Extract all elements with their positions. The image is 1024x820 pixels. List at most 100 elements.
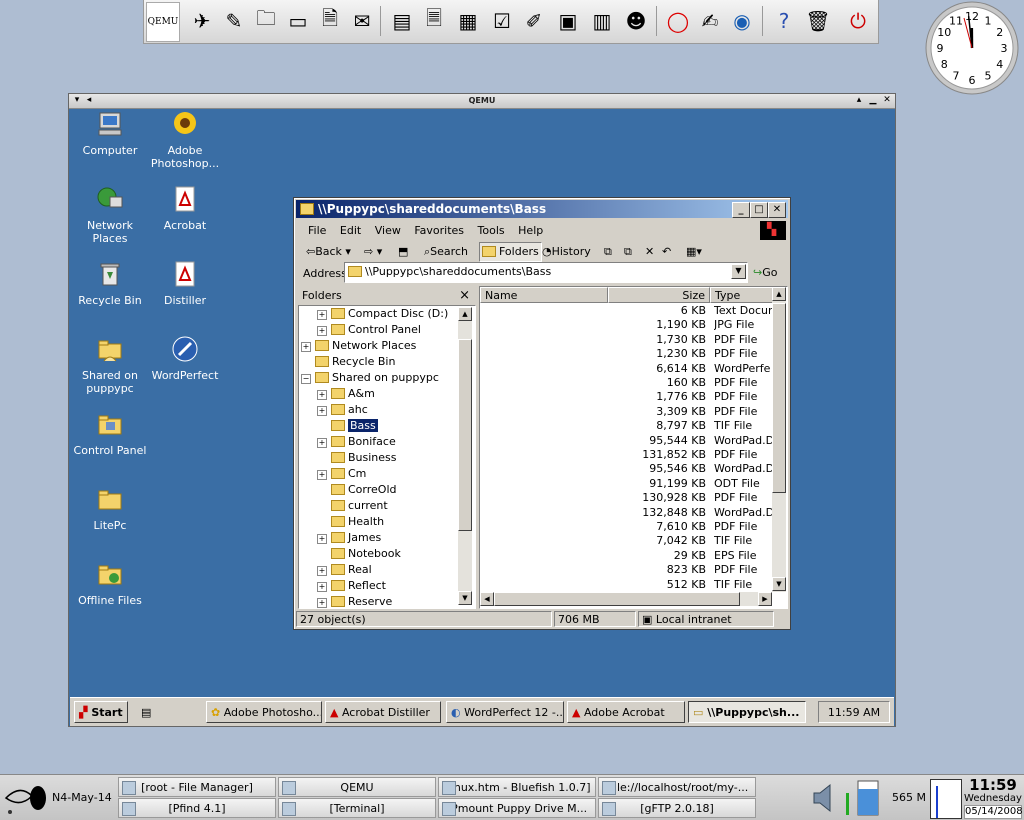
up-folder-button[interactable]: ⬒ <box>398 242 408 262</box>
expander-icon[interactable]: + <box>317 598 327 608</box>
explorer-title-bar[interactable]: \\Puppypc\shareddocuments\Bass _ □ ✕ <box>296 200 788 218</box>
host-task-file-manager[interactable]: [root - File Manager] <box>118 777 276 797</box>
menu-edit[interactable]: Edit <box>340 222 361 240</box>
minimize-button[interactable]: ▁ <box>867 95 879 106</box>
scroll-thumb[interactable] <box>494 592 740 606</box>
file-row[interactable]: BassBack.tif8,797 KBTIF File <box>480 419 772 433</box>
tree-item[interactable]: +Network Places <box>301 338 416 354</box>
host-task-qemu[interactable]: QEMU <box>278 777 436 797</box>
tree-item[interactable]: Business <box>317 450 397 466</box>
screenshot-icon[interactable]: ▣ <box>554 6 582 36</box>
writer-icon[interactable]: ✍ <box>696 6 724 36</box>
copy-to-button[interactable]: ⧉ <box>624 242 632 262</box>
task-adobe-photoshop[interactable]: ✿ Adobe Photosho... <box>206 701 322 723</box>
tree-item[interactable]: +Boniface <box>317 434 396 450</box>
document-edit-icon[interactable]: 🗎 <box>316 6 344 36</box>
checklist-icon[interactable]: ☑ <box>488 6 516 36</box>
tree-item[interactable]: +Cm <box>317 466 366 482</box>
column-header-size[interactable]: Size <box>608 287 710 303</box>
pointer-icon[interactable]: ✈ <box>188 6 216 36</box>
tree-item[interactable]: CorreOld <box>317 482 397 498</box>
menu-favorites[interactable]: Favorites <box>414 222 464 240</box>
tree-item[interactable]: +James <box>317 530 381 546</box>
expander-icon[interactable]: + <box>317 470 327 480</box>
expander-icon[interactable]: + <box>317 310 327 320</box>
desktop-icon-control-panel[interactable]: Control Panel <box>69 410 151 457</box>
close-button[interactable]: ✕ <box>768 202 786 218</box>
expander-icon[interactable]: + <box>317 390 327 400</box>
back-button[interactable]: ⇦Back ▾ <box>306 242 351 262</box>
calendar-icon[interactable]: ▦ <box>454 6 482 36</box>
desktop-icon-shared-on-puppypc[interactable]: Shared on puppypc <box>69 335 151 395</box>
draw-icon[interactable]: ✎ <box>220 6 248 36</box>
tree-item[interactable]: +Compact Disc (D:) <box>317 306 448 322</box>
fish-icon[interactable]: ◉ <box>728 6 756 36</box>
scroll-down-button[interactable]: ▼ <box>458 591 472 605</box>
host-task-gftp[interactable]: [gFTP 2.0.18] <box>598 798 756 818</box>
text-document-icon[interactable]: 🗏 <box>420 6 448 36</box>
expander-icon[interactable]: + <box>317 406 327 416</box>
monitor-icon[interactable]: ▭ <box>284 6 312 36</box>
file-row[interactable]: BassBook5ptg.odt91,199 KBODT File <box>480 477 772 491</box>
file-row[interactable]: BassBack.pdf3,309 KBPDF File <box>480 405 772 419</box>
gimp-icon[interactable]: ✐ <box>520 6 548 36</box>
address-input[interactable]: \\Puppypc\shareddocuments\Bass ▼ <box>344 262 748 283</box>
file-row[interactable]: adDblBsst05HStrob-...1,730 KBPDF File <box>480 333 772 347</box>
qemu-title-bar[interactable]: ▾ ◂ QEMU ▴ ▁ ✕ <box>69 94 895 109</box>
expander-icon[interactable]: + <box>317 326 327 336</box>
desktop-icon-photoshop[interactable]: Adobe Photoshop... <box>144 110 226 170</box>
history-button[interactable]: ◔History <box>542 242 591 262</box>
address-dropdown-button[interactable]: ▼ <box>731 264 746 279</box>
views-button[interactable]: ▦▾ <box>686 242 702 262</box>
file-row[interactable]: AmLuthReviewTrarg...160 KBPDF File <box>480 376 772 390</box>
file-row[interactable]: BassFront.pdf7,610 KBPDF File <box>480 520 772 534</box>
file-row[interactable]: BassBook4ptg.pdf131,852 KBPDF File <box>480 448 772 462</box>
expander-icon[interactable]: + <box>317 534 327 544</box>
host-task-pmount[interactable]: [Pmount Puppy Drive M... <box>438 798 596 818</box>
scroll-right-button[interactable]: ▶ <box>758 592 772 606</box>
scroll-thumb[interactable] <box>458 339 472 531</box>
tree-item[interactable]: −Shared on puppypc <box>301 370 439 386</box>
opera-icon[interactable]: ◯ <box>664 6 692 36</box>
file-row[interactable]: - Bookedit-print.txt6 KBText Docum <box>480 304 772 318</box>
desktop-icon-recycle-bin[interactable]: Recycle Bin <box>69 260 151 307</box>
tree-item[interactable]: Recycle Bin <box>301 354 395 370</box>
delete-button[interactable]: ✕ <box>645 242 654 262</box>
tree-item[interactable]: +A&m <box>317 386 375 402</box>
tree-item[interactable]: Health <box>317 514 384 530</box>
host-clock[interactable]: 11:59 Wednesday 05/14/2008 <box>964 777 1022 819</box>
desktop-icon-acrobat[interactable]: Acrobat <box>144 185 226 232</box>
file-row[interactable]: bass gadjets.pdf1,776 KBPDF File <box>480 390 772 404</box>
power-icon[interactable]: ⏻ <box>844 6 872 36</box>
folder-icon[interactable]: 🗀 <box>252 6 280 36</box>
file-row[interactable]: BassSpine.tif512 KBTIF File <box>480 578 772 592</box>
desktop-icon-wordperfect[interactable]: WordPerfect <box>144 335 226 382</box>
expander-icon[interactable]: + <box>317 438 327 448</box>
desktop-icon-computer[interactable]: Computer <box>69 110 151 157</box>
file-row[interactable]: BassSpine.pdf823 KBPDF File <box>480 563 772 577</box>
quick-launch-show-desktop[interactable]: ▤ <box>136 701 196 723</box>
menu-file[interactable]: File <box>308 222 326 240</box>
tree-item[interactable]: Bass <box>317 418 378 434</box>
tree-item[interactable]: +Control Panel <box>317 322 421 338</box>
task-adobe-acrobat[interactable]: ▲ Adobe Acrobat <box>567 701 685 723</box>
forward-button[interactable]: ⇨ ▾ <box>364 242 382 262</box>
folder-tree-scrollbar[interactable]: ▲ ▼ <box>458 307 472 605</box>
close-button[interactable]: ✕ <box>881 95 893 106</box>
desktop-icon-network-places[interactable]: Network Places <box>69 185 151 245</box>
expander-icon[interactable]: + <box>301 342 311 352</box>
tree-item[interactable]: +Reflect <box>317 578 386 594</box>
file-list-vscrollbar[interactable]: ▲ ▼ <box>772 287 786 592</box>
expander-icon[interactable]: − <box>301 374 311 384</box>
tree-item[interactable]: +Reserve <box>317 594 392 609</box>
minimize-button[interactable]: _ <box>732 202 750 218</box>
task-explorer[interactable]: ▭ \\Puppypc\sh... <box>688 701 806 723</box>
go-button[interactable]: ↪Go <box>753 264 777 282</box>
file-row[interactable]: BassFront.tif7,042 KBTIF File <box>480 534 772 548</box>
file-row[interactable]: AdGalBass05.pdf1,230 KBPDF File <box>480 347 772 361</box>
file-row[interactable]: BassBook5ptg.doc95,546 KBWordPad.D <box>480 462 772 476</box>
host-task-pfind[interactable]: [Pfind 4.1] <box>118 798 276 818</box>
expander-icon[interactable]: + <box>317 566 327 576</box>
volume-icon[interactable] <box>808 781 842 815</box>
puppy-menu-icon[interactable] <box>2 778 50 818</box>
